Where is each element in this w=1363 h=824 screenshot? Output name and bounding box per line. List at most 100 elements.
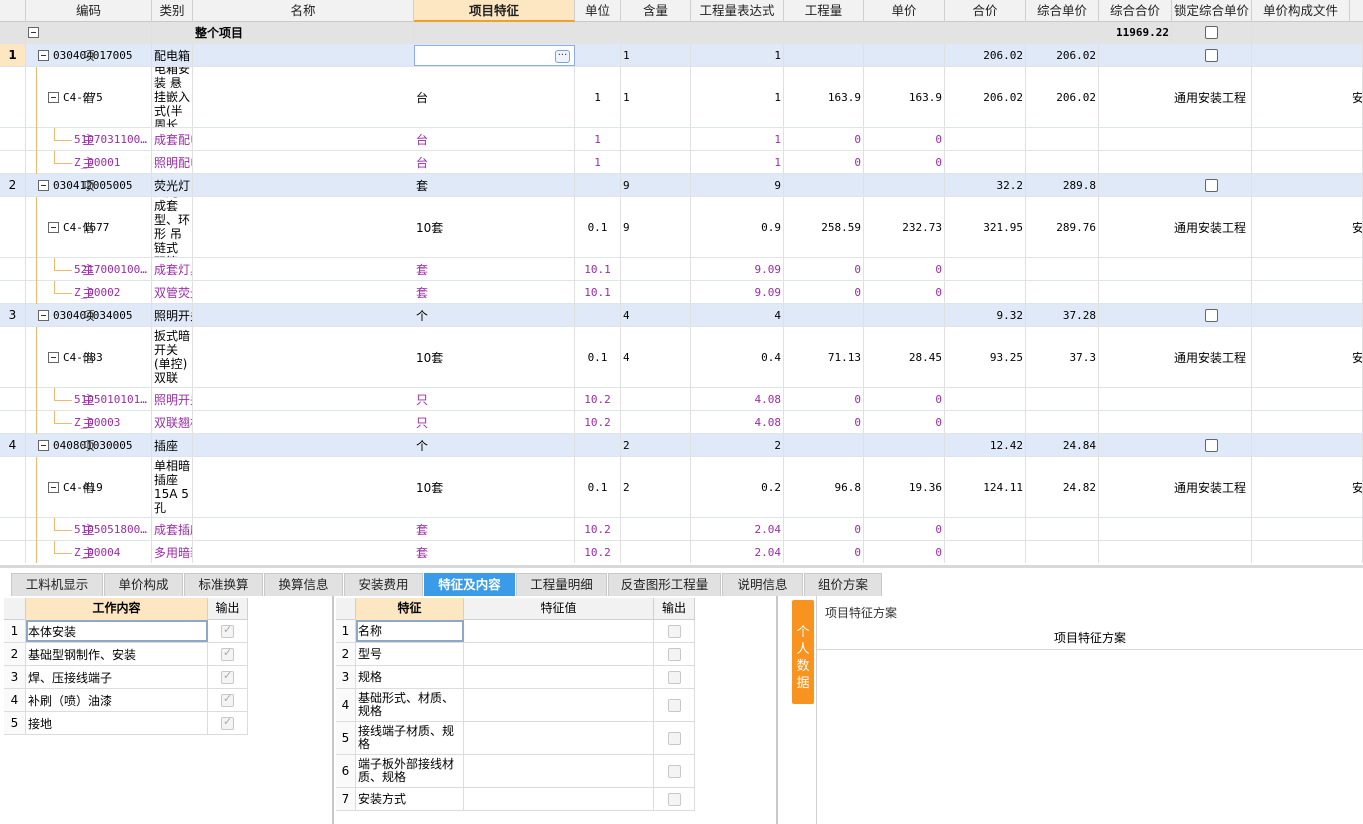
work-content-column-header[interactable]: 工作内容 [26, 598, 208, 620]
feature-column-header[interactable]: 项目特征 [414, 0, 575, 22]
output-checkbox[interactable] [221, 715, 234, 730]
content-cell[interactable]: 1 [621, 67, 691, 127]
unit-cell[interactable] [575, 44, 621, 66]
quantity-cell[interactable]: 0 [784, 388, 864, 410]
work-content-row[interactable]: 2 基础型钢制作、安装 [4, 643, 248, 666]
quantity-cell[interactable]: 0 [784, 541, 864, 563]
lock-price-cell[interactable] [1172, 44, 1252, 66]
feature-cell[interactable] [414, 541, 575, 563]
content-cell[interactable]: 2 [621, 434, 691, 456]
qty-expression-cell[interactable]: 4.08 [691, 411, 784, 433]
feature-name-cell[interactable]: 基础形式、材质、规格 [356, 689, 464, 721]
feature-name-cell[interactable]: 型号 [356, 643, 464, 665]
tab-price-composition[interactable]: 单价构成 [104, 573, 183, 596]
tab-installation-cost[interactable]: 安装费用 [344, 573, 423, 596]
qty-expression-cell[interactable]: 1 [691, 128, 784, 150]
unit-cell[interactable]: 1 [575, 67, 621, 127]
content-cell[interactable] [621, 388, 691, 410]
feature-row[interactable]: 1 名称 [336, 620, 695, 643]
content-cell[interactable]: 4 [621, 304, 691, 326]
qty-expression-cell[interactable]: 4.08 [691, 388, 784, 410]
feature-row[interactable]: 7 安装方式 [336, 788, 695, 811]
output-checkbox[interactable] [667, 647, 681, 661]
type-cell[interactable]: 成套配电箱 [152, 128, 193, 150]
tab-conversion-info[interactable]: 换算信息 [264, 573, 343, 596]
output-cell[interactable] [654, 722, 695, 754]
lock-price-column-header[interactable]: 锁定综合单价 [1172, 0, 1252, 22]
material-row[interactable]: 5105010101…主照明开关只10.24.0800 [0, 388, 1363, 411]
type-column-header[interactable]: 类别 [152, 0, 193, 22]
composite-price-column-header[interactable]: 综合单价 [1026, 0, 1099, 22]
feature-row[interactable]: 4 基础形式、材质、规格 [336, 689, 695, 722]
output-checkbox[interactable] [667, 731, 681, 745]
material-row[interactable]: 5105051800…主成套插座套10.22.0400 [0, 518, 1363, 541]
type-cell[interactable]: 荧光灯 成套型、环形 吊链式 双管 [152, 197, 193, 257]
lock-price-cell[interactable] [1172, 434, 1252, 456]
content-cell[interactable] [621, 411, 691, 433]
qty-expression-cell[interactable]: 4 [691, 304, 784, 326]
amount-column-header[interactable]: 合价 [945, 0, 1026, 22]
unit-cell[interactable]: 10.1 [575, 281, 621, 303]
feature-cell[interactable] [414, 518, 575, 540]
work-content-row[interactable]: 5 接地 [4, 712, 248, 735]
unit-cell[interactable]: 1 [575, 151, 621, 173]
lock-price-cell[interactable] [1172, 541, 1252, 563]
quantity-cell[interactable]: 0 [784, 151, 864, 173]
qty-expression-cell[interactable]: 1 [691, 151, 784, 173]
unit-cell[interactable]: 0.1 [575, 197, 621, 257]
feature-value-cell[interactable] [464, 689, 654, 721]
quantity-cell[interactable]: 0 [784, 128, 864, 150]
quantity-cell[interactable]: 163.9 [784, 67, 864, 127]
feature-value-cell[interactable] [464, 722, 654, 754]
feature-row[interactable]: 5 接线端子材质、规格 [336, 722, 695, 755]
unit-cell[interactable] [575, 304, 621, 326]
output-cell[interactable] [654, 755, 695, 787]
qty-expression-cell[interactable]: 2 [691, 434, 784, 456]
feature-column-header[interactable]: 特征 [356, 598, 464, 620]
type-cell[interactable]: 多用暗装插座 [152, 541, 193, 563]
bill-grid[interactable]: 编码 类别 名称 项目特征 单位 含量 工程量表达式 工程量 单价 合价 综合单价 综合合价 锁定综合单… [0, 0, 1363, 563]
unit-cell[interactable]: 10.2 [575, 541, 621, 563]
output-checkbox[interactable] [667, 792, 681, 806]
qty-expression-cell[interactable]: 9.09 [691, 281, 784, 303]
unit-cell[interactable] [575, 174, 621, 196]
feature-plan-column-header[interactable]: 项目特征方案 [817, 626, 1363, 650]
content-cell[interactable] [621, 128, 691, 150]
tab-features-content[interactable]: 特征及内容 [424, 573, 515, 596]
quantity-cell[interactable]: 0 [784, 258, 864, 280]
total-row[interactable]: 整个项目 11969.22 [0, 22, 1363, 44]
qty-expression-cell[interactable]: 0.9 [691, 197, 784, 257]
qty-expression-cell[interactable]: 1 [691, 44, 784, 66]
lock-price-cell[interactable] [1172, 67, 1252, 127]
composite-amount-column-header[interactable]: 综合合价 [1099, 0, 1172, 22]
unit-cell[interactable]: 1 [575, 128, 621, 150]
personal-data-tab[interactable]: 个人数据 [792, 600, 814, 704]
lock-price-cell[interactable] [1172, 327, 1252, 387]
lock-price-checkbox[interactable] [1205, 26, 1218, 39]
feature-row[interactable]: 6 端子板外部接线材质、规格 [336, 755, 695, 788]
feature-name-cell[interactable]: 名称 [356, 620, 464, 642]
content-cell[interactable]: 9 [621, 197, 691, 257]
type-cell[interactable]: 照明开关 [152, 304, 193, 326]
tab-reverse-graphic-quantity[interactable]: 反查图形工程量 [608, 573, 721, 596]
type-cell[interactable]: 成套插座 [152, 518, 193, 540]
bill-item-row[interactable]: 2 030412005005 项荧光灯套 9 9 32.2 289.8 [0, 174, 1363, 197]
feature-value-cell[interactable] [464, 788, 654, 810]
output-column-header[interactable]: 输出 [208, 598, 248, 620]
material-row[interactable]: Z_00002主双管荧光灯 2*40W套10.19.0900 [0, 281, 1363, 304]
lock-price-checkbox[interactable] [1205, 48, 1218, 62]
qty-expression-cell[interactable]: 1 [691, 67, 784, 127]
output-checkbox[interactable] [667, 764, 681, 778]
type-cell[interactable]: 双管荧光灯 2*40W [152, 281, 193, 303]
unit-cell[interactable]: 0.1 [575, 327, 621, 387]
qty-expression-column-header[interactable]: 工程量表达式 [691, 0, 784, 22]
type-cell[interactable]: 插座 [152, 434, 193, 456]
unit-cell[interactable]: 10.2 [575, 518, 621, 540]
quantity-cell[interactable]: 0 [784, 411, 864, 433]
output-checkbox[interactable] [221, 646, 234, 661]
feature-name-cell[interactable]: 端子板外部接线材质、规格 [356, 755, 464, 787]
price-file-column-header[interactable]: 单价构成文件 [1252, 0, 1350, 22]
quota-row[interactable]: C4-275借成套配电箱安装 悬挂嵌入式(半周长1.0m)台111163.916… [0, 67, 1363, 128]
output-cell[interactable] [208, 620, 248, 642]
tab-pricing-plan[interactable]: 组价方案 [804, 573, 882, 596]
